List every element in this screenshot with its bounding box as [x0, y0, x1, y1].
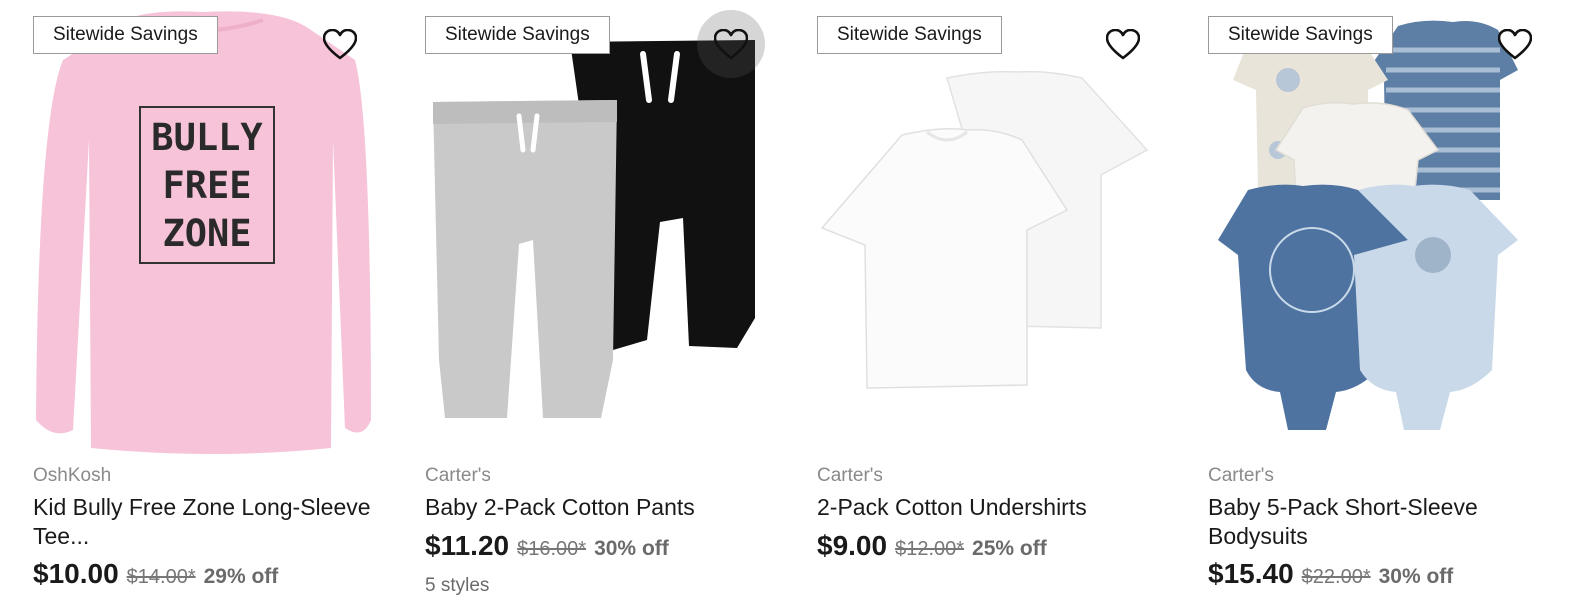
price-row: $9.00 $12.00* 25% off — [817, 530, 1047, 562]
favorite-heart-icon[interactable] — [322, 26, 358, 62]
product-brand: Carter's — [425, 465, 491, 486]
original-price: $16.00* — [517, 538, 587, 560]
favorite-heart-icon[interactable] — [1497, 26, 1533, 62]
product-card[interactable]: Sitewide Savings Carter's 2-Pack Cotton … — [817, 0, 1174, 600]
product-title[interactable]: 2-Pack Cotton Undershirts — [817, 493, 1174, 522]
discount-label: 30% off — [594, 537, 669, 560]
product-title[interactable]: Kid Bully Free Zone Long-Sleeve Tee... — [33, 493, 390, 551]
price-row: $10.00 $14.00* 29% off — [33, 558, 278, 590]
product-title[interactable]: Baby 5-Pack Short-Sleeve Bodysuits — [1208, 493, 1565, 551]
product-image-pink-tee[interactable]: BULLY FREE ZONE — [33, 0, 390, 455]
product-image-undershirts[interactable] — [817, 0, 1174, 455]
pink-long-sleeve-tee-icon: BULLY FREE ZONE — [36, 11, 371, 454]
original-price: $12.00* — [895, 538, 965, 560]
favorite-heart-icon[interactable] — [1105, 26, 1141, 62]
product-grid: BULLY FREE ZONE Sitewide Savings OshKosh… — [0, 0, 1586, 600]
product-brand: Carter's — [817, 465, 883, 486]
original-price: $14.00* — [126, 566, 196, 588]
sitewide-savings-badge: Sitewide Savings — [1208, 16, 1393, 54]
sitewide-savings-badge: Sitewide Savings — [817, 16, 1002, 54]
graphic-line-2: FREE — [162, 164, 251, 207]
graphic-line-3: ZONE — [162, 212, 251, 255]
discount-label: 29% off — [203, 565, 279, 588]
product-title[interactable]: Baby 2-Pack Cotton Pants — [425, 493, 782, 522]
graphic-line-1: BULLY — [151, 116, 263, 159]
sitewide-savings-badge: Sitewide Savings — [425, 16, 610, 54]
product-card[interactable]: Sitewide Savings Carter's Baby 2-Pack Co… — [425, 0, 782, 600]
product-brand: OshKosh — [33, 465, 112, 486]
product-card[interactable]: Sitewide Savings Carter's Baby 5-Pack Sh… — [1208, 0, 1565, 600]
discount-label: 30% off — [1378, 565, 1454, 588]
blue-bodysuits-pack-icon — [1218, 20, 1518, 430]
favorite-heart-icon[interactable] — [697, 10, 765, 78]
sale-price: $10.00 — [33, 558, 119, 589]
white-undershirts-pack-icon — [820, 70, 1149, 389]
original-price: $22.00* — [1301, 566, 1371, 588]
sale-price: $15.40 — [1208, 558, 1294, 589]
price-row: $11.20 $16.00* 30% off — [425, 530, 669, 562]
product-brand: Carter's — [1208, 465, 1274, 486]
price-row: $15.40 $22.00* 30% off — [1208, 558, 1453, 590]
sale-price: $9.00 — [817, 530, 888, 561]
sitewide-savings-badge: Sitewide Savings — [33, 16, 218, 54]
product-card[interactable]: BULLY FREE ZONE Sitewide Savings OshKosh… — [33, 0, 390, 600]
sale-price: $11.20 — [425, 530, 510, 561]
styles-count[interactable]: 5 styles — [425, 575, 489, 597]
product-image-bodysuits[interactable] — [1208, 0, 1565, 455]
discount-label: 25% off — [972, 537, 1047, 560]
